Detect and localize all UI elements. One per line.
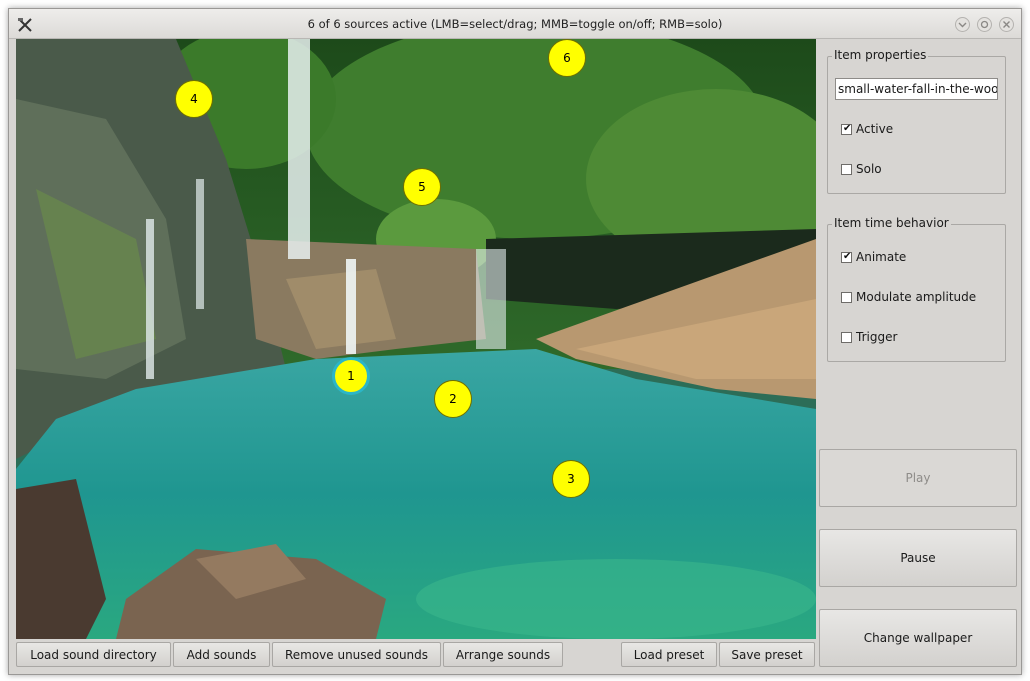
check-icon: ✔ bbox=[843, 250, 852, 262]
trigger-checkbox[interactable]: Trigger bbox=[841, 329, 897, 345]
sound-source-label: 1 bbox=[347, 369, 355, 383]
sound-source-label: 3 bbox=[567, 472, 575, 486]
maximize-icon[interactable] bbox=[977, 17, 992, 32]
sound-source-marker[interactable]: 6 bbox=[548, 39, 586, 77]
solo-checkbox[interactable]: Solo bbox=[841, 161, 882, 177]
checkbox-box: ✔ bbox=[841, 122, 852, 135]
sound-source-label: 5 bbox=[418, 180, 426, 194]
checkbox-label: Trigger bbox=[856, 330, 898, 344]
sound-source-marker[interactable]: 1 bbox=[332, 357, 370, 395]
item-time-behavior-group: Item time behavior ✔ Animate Modulate am… bbox=[827, 216, 1006, 362]
checkbox-box: ✔ bbox=[841, 250, 852, 263]
checkbox-label: Solo bbox=[856, 162, 882, 176]
close-icon[interactable] bbox=[999, 17, 1014, 32]
item-name-field[interactable]: small-water-fall-in-the-woods bbox=[835, 78, 998, 100]
add-sounds-button[interactable]: Add sounds bbox=[173, 642, 270, 667]
sound-scene-canvas[interactable]: 1 2 3 4 5 6 bbox=[16, 39, 816, 639]
title-bar[interactable]: 6 of 6 sources active (LMB=select/drag; … bbox=[9, 9, 1021, 39]
pause-button[interactable]: Pause bbox=[819, 529, 1017, 587]
sound-source-marker[interactable]: 4 bbox=[175, 80, 213, 118]
sound-source-label: 6 bbox=[563, 51, 571, 65]
arrange-sounds-button[interactable]: Arrange sounds bbox=[443, 642, 563, 667]
play-button[interactable]: Play bbox=[819, 449, 1017, 507]
group-title: Item time behavior bbox=[832, 216, 951, 230]
checkbox-label: Modulate amplitude bbox=[856, 290, 977, 304]
sound-source-label: 4 bbox=[190, 92, 198, 106]
change-wallpaper-button[interactable]: Change wallpaper bbox=[819, 609, 1017, 667]
load-preset-button[interactable]: Load preset bbox=[621, 642, 717, 667]
checkbox-box bbox=[841, 163, 852, 175]
checkbox-box bbox=[841, 291, 852, 303]
load-sound-directory-button[interactable]: Load sound directory bbox=[16, 642, 171, 667]
checkbox-label: Active bbox=[856, 122, 894, 136]
modulate-amplitude-checkbox[interactable]: Modulate amplitude bbox=[841, 289, 976, 305]
minimize-icon[interactable] bbox=[955, 17, 970, 32]
app-window: 6 of 6 sources active (LMB=select/drag; … bbox=[8, 8, 1022, 675]
checkbox-box bbox=[841, 331, 852, 343]
sound-source-label: 2 bbox=[449, 392, 457, 406]
active-checkbox[interactable]: ✔ Active bbox=[841, 121, 893, 137]
sound-source-marker[interactable]: 5 bbox=[403, 168, 441, 206]
waterfall-wallpaper bbox=[16, 39, 816, 639]
group-title: Item properties bbox=[832, 48, 929, 62]
remove-unused-sounds-button[interactable]: Remove unused sounds bbox=[272, 642, 441, 667]
sound-source-marker[interactable]: 3 bbox=[552, 460, 590, 498]
animate-checkbox[interactable]: ✔ Animate bbox=[841, 249, 906, 265]
sound-source-marker[interactable]: 2 bbox=[434, 380, 472, 418]
item-properties-group: Item properties small-water-fall-in-the-… bbox=[827, 48, 1006, 194]
window-title: 6 of 6 sources active (LMB=select/drag; … bbox=[307, 17, 723, 31]
check-icon: ✔ bbox=[843, 122, 852, 134]
checkbox-label: Animate bbox=[856, 250, 907, 264]
save-preset-button[interactable]: Save preset bbox=[719, 642, 815, 667]
